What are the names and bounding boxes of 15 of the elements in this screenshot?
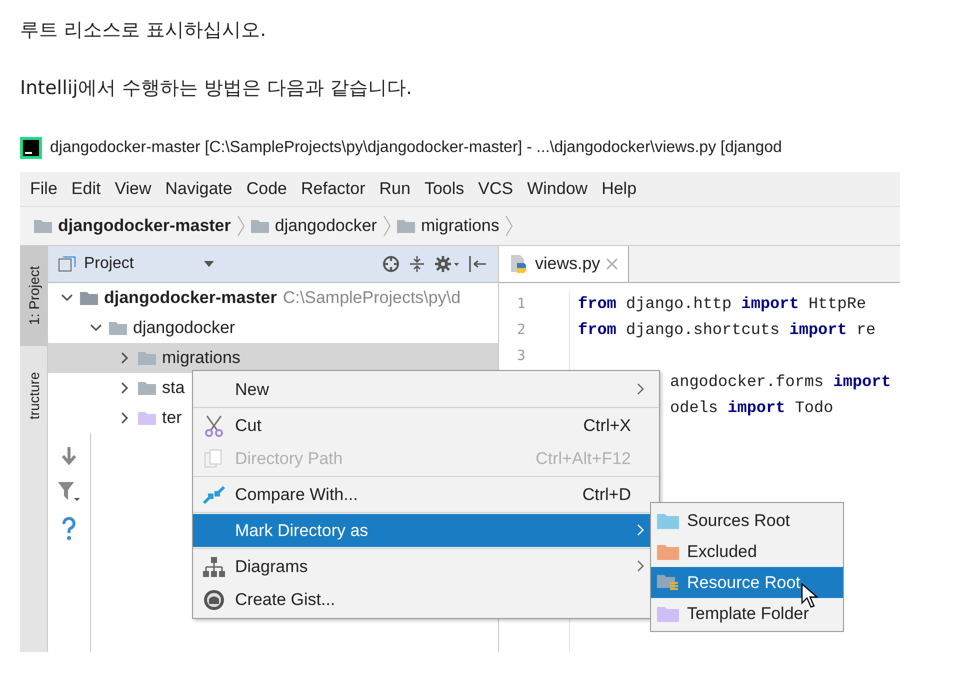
- line-number: 3: [516, 347, 526, 366]
- shortcut-text: Ctrl+X: [583, 416, 631, 436]
- window-title: djangodocker-master [C:\SampleProjects\py\djangodocker-master] - ...\djangodocker\views.py [djangod: [50, 139, 782, 157]
- panel-title: Project: [84, 255, 135, 273]
- shortcut-text: Ctrl+D: [582, 484, 631, 504]
- line-number: 2: [516, 321, 526, 340]
- code-line: odels import Todo: [670, 398, 834, 419]
- paragraph-text: 루트 리소스로 표시하십시오.: [20, 18, 268, 43]
- path-text: C:\SampleProjects\py\d: [282, 288, 461, 308]
- code-line: from django.http import HttpRe: [578, 294, 866, 315]
- code-line: from django.shortcuts import re: [578, 320, 876, 341]
- line-number: 1: [516, 295, 526, 314]
- code-line: angodocker.forms import: [670, 372, 891, 393]
- paragraph-text: Intellij에서 수행하는 방법은 다음과 같습니다.: [20, 76, 414, 101]
- shortcut-text: Ctrl+Alt+F12: [536, 448, 631, 468]
